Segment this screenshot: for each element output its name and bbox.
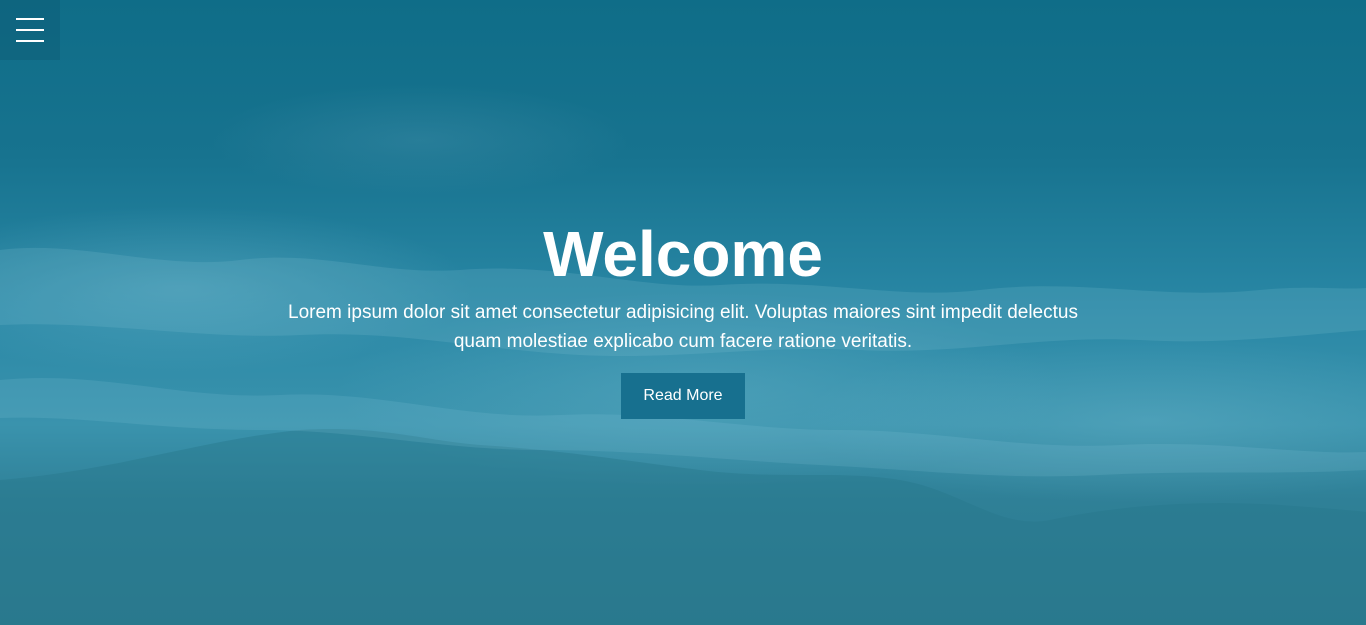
menu-toggle-button[interactable] bbox=[0, 0, 60, 60]
read-more-button[interactable]: Read More bbox=[621, 373, 745, 419]
hero-text: Lorem ipsum dolor sit amet consectetur a… bbox=[288, 302, 1078, 352]
hamburger-menu-icon bbox=[16, 18, 44, 20]
hero-content: Welcome Lorem ipsum dolor sit amet conse… bbox=[0, 212, 1366, 419]
hamburger-menu-icon-bar bbox=[16, 40, 44, 42]
hero-title: Welcome bbox=[543, 218, 823, 290]
hamburger-menu-icon-bar bbox=[16, 29, 44, 31]
